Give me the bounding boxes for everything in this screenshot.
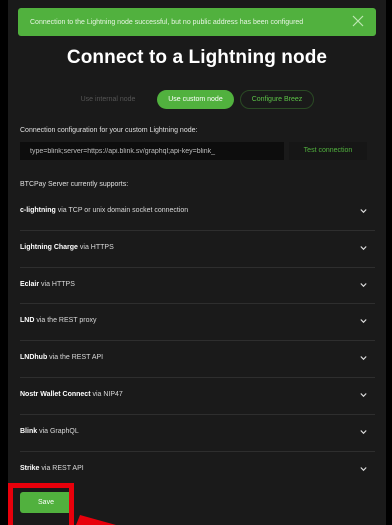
page: Connection to the Lightning node success… — [8, 0, 386, 525]
connection-config-label: Connection configuration for your custom… — [20, 127, 198, 134]
alert-message: Connection to the Lightning node success… — [30, 18, 304, 26]
implementation-via: via NIP47 — [90, 390, 123, 398]
implementation-label: LND via the REST proxy — [20, 317, 97, 324]
implementation-via: via TCP or unix domain socket connection — [55, 207, 189, 214]
implementation-item-lndhub[interactable]: LNDhub via the REST API — [20, 341, 375, 378]
chevron-down-icon[interactable] — [360, 392, 367, 398]
node-type-toggle: Use internal node Use custom node Config… — [8, 90, 386, 110]
implementation-label: Nostr Wallet Connect via NIP47 — [20, 391, 123, 398]
chevron-down-icon[interactable] — [360, 208, 367, 214]
implementation-label: Lightning Charge via HTTPS — [20, 244, 114, 251]
close-icon[interactable] — [352, 15, 364, 27]
implementation-item-lnd[interactable]: LND via the REST proxy — [20, 304, 375, 342]
implementation-label: Eclair via HTTPS — [20, 281, 75, 288]
page-title: Connect to a Lightning node — [66, 47, 328, 68]
connection-string-input[interactable] — [20, 142, 284, 160]
chevron-down-icon[interactable] — [360, 466, 367, 472]
chevron-down-icon[interactable] — [360, 318, 367, 324]
implementation-label: Blink via GraphQL — [20, 428, 79, 435]
implementation-name: Blink — [20, 427, 38, 435]
chevron-down-icon[interactable] — [360, 355, 367, 361]
implementation-name: Nostr Wallet Connect — [20, 390, 91, 398]
implementation-item-nostr-wallet-connect[interactable]: Nostr Wallet Connect via NIP47 — [20, 378, 375, 415]
implementation-via: via HTTPS — [39, 280, 75, 288]
implementation-label: Strike via REST API — [20, 465, 84, 472]
chevron-down-icon[interactable] — [360, 429, 367, 435]
implementation-label: LNDhub via the REST API — [20, 354, 103, 361]
implementation-item-c-lightning[interactable]: c-lightning via TCP or unix domain socke… — [20, 194, 375, 231]
implementation-item-lightning-charge[interactable]: Lightning Charge via HTTPS — [20, 231, 375, 268]
supports-label: BTCPay Server currently supports: — [20, 181, 129, 188]
configure-breez-button[interactable]: Configure Breez — [240, 90, 314, 109]
implementation-name: c-lightning — [20, 207, 56, 214]
implementation-via: via the REST API — [47, 354, 104, 362]
implementation-name: Lightning Charge — [20, 243, 78, 251]
chevron-down-icon[interactable] — [360, 245, 367, 251]
implementation-label: c-lightning via TCP or unix domain socke… — [20, 207, 188, 214]
implementation-name: LND — [20, 317, 35, 325]
chevron-down-icon[interactable] — [360, 282, 367, 288]
save-button[interactable]: Save — [20, 492, 72, 513]
implementation-via: via HTTPS — [77, 243, 114, 251]
implementation-via: via REST API — [39, 464, 84, 472]
implementation-via: via GraphQL — [37, 427, 79, 435]
success-alert: Connection to the Lightning node success… — [18, 8, 376, 36]
use-internal-node-button[interactable]: Use internal node — [68, 90, 148, 109]
implementation-item-strike[interactable]: Strike via REST API — [20, 452, 375, 489]
implementation-name: Strike — [20, 464, 40, 472]
implementations-list: c-lightning via TCP or unix domain socke… — [20, 194, 375, 488]
test-connection-button[interactable]: Test connection — [289, 142, 367, 160]
implementation-item-eclair[interactable]: Eclair via HTTPS — [20, 268, 375, 305]
implementation-item-blink[interactable]: Blink via GraphQL — [20, 415, 375, 452]
use-custom-node-button[interactable]: Use custom node — [157, 90, 234, 109]
implementation-via: via the REST proxy — [34, 317, 97, 325]
implementation-name: LNDhub — [20, 354, 48, 362]
implementation-name: Eclair — [20, 280, 40, 288]
